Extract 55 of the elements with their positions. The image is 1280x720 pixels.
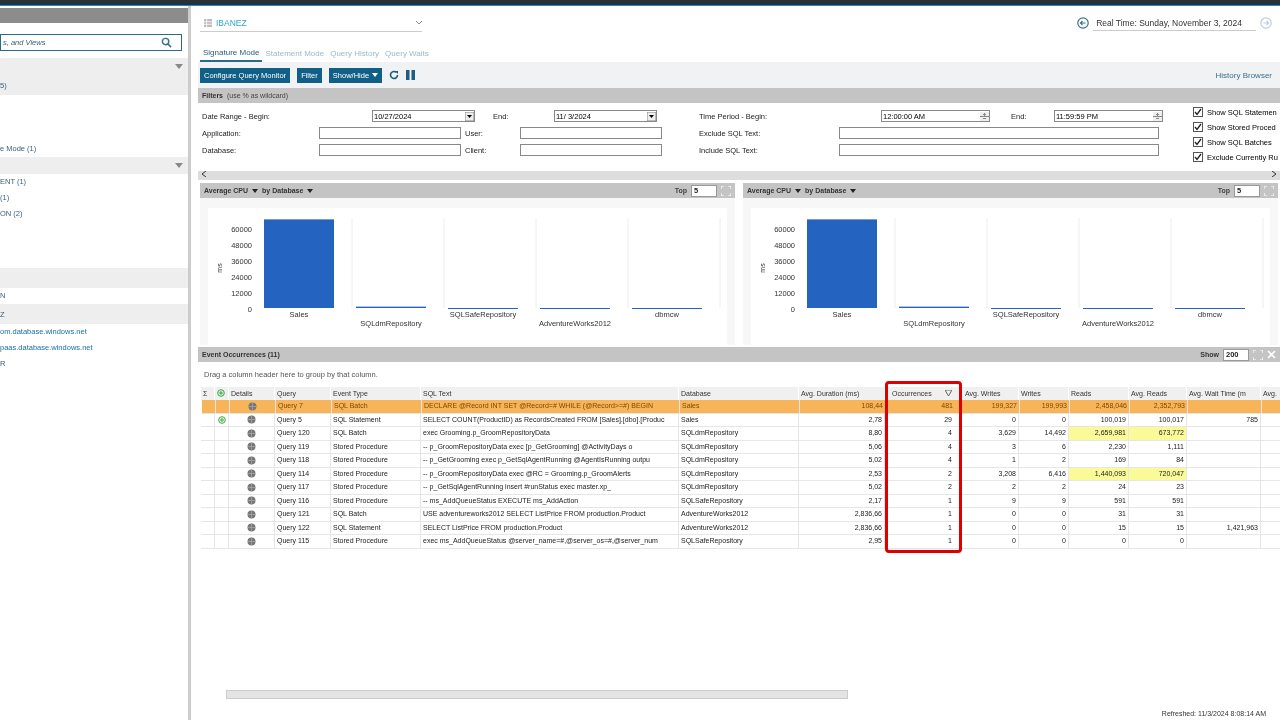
scrollbar[interactable] [198, 171, 1280, 180]
table-cell [201, 494, 215, 508]
filter-icon[interactable] [945, 390, 952, 397]
table-cell [201, 440, 215, 454]
caret-icon[interactable] [850, 188, 857, 193]
plan-icon[interactable] [217, 389, 225, 397]
text-field[interactable] [520, 144, 662, 156]
spinner-icon [1153, 111, 1162, 121]
checkbox[interactable] [1193, 152, 1203, 162]
table-cell [201, 467, 215, 481]
caret-icon[interactable] [252, 188, 259, 193]
scroll-right-icon[interactable] [1272, 171, 1276, 177]
date-dropdown[interactable]: Real Time: Sunday, November 3, 2024 [1093, 15, 1256, 31]
refresh-icon[interactable] [389, 70, 400, 80]
caret-icon[interactable] [307, 188, 314, 193]
table-cell [201, 481, 215, 495]
details-icon[interactable] [247, 482, 256, 492]
scroll-left-icon[interactable] [202, 171, 206, 177]
details-icon[interactable] [247, 509, 256, 519]
table-cell [201, 535, 215, 549]
table-cell [201, 427, 215, 441]
table-cell [1262, 400, 1280, 414]
dropdown-icon [465, 111, 474, 121]
text-field[interactable] [839, 127, 1159, 139]
spinner-icon [980, 111, 989, 121]
details-icon[interactable] [247, 428, 256, 438]
details-icon[interactable] [247, 415, 256, 425]
pause-icon[interactable] [406, 70, 416, 80]
table-cell [201, 454, 215, 468]
text-field[interactable] [319, 127, 461, 139]
caret-icon [175, 64, 183, 69]
checkbox[interactable] [1193, 122, 1203, 132]
text-field[interactable] [520, 127, 662, 139]
caret-icon [372, 73, 379, 77]
details-icon[interactable] [247, 496, 256, 506]
table-cell [201, 508, 215, 522]
details-icon[interactable] [247, 536, 256, 546]
caret-icon [175, 163, 183, 168]
caret-icon[interactable] [795, 188, 802, 193]
details-icon[interactable] [247, 523, 256, 533]
table-cell [201, 521, 215, 535]
details-icon[interactable] [247, 455, 256, 465]
grid-icon [204, 18, 212, 27]
history-browser-link[interactable]: History Browser [1215, 70, 1272, 80]
dropdown-icon [647, 111, 656, 121]
details-icon[interactable] [248, 401, 257, 411]
chevron-icon [416, 20, 422, 25]
search-icon [161, 37, 172, 48]
details-icon[interactable] [247, 442, 256, 452]
details-icon[interactable] [247, 469, 256, 479]
checkbox[interactable] [1193, 137, 1203, 147]
back-icon[interactable] [1077, 17, 1090, 29]
text-field[interactable] [839, 144, 1159, 156]
text-field[interactable] [319, 144, 461, 156]
checkbox[interactable] [1193, 107, 1203, 117]
